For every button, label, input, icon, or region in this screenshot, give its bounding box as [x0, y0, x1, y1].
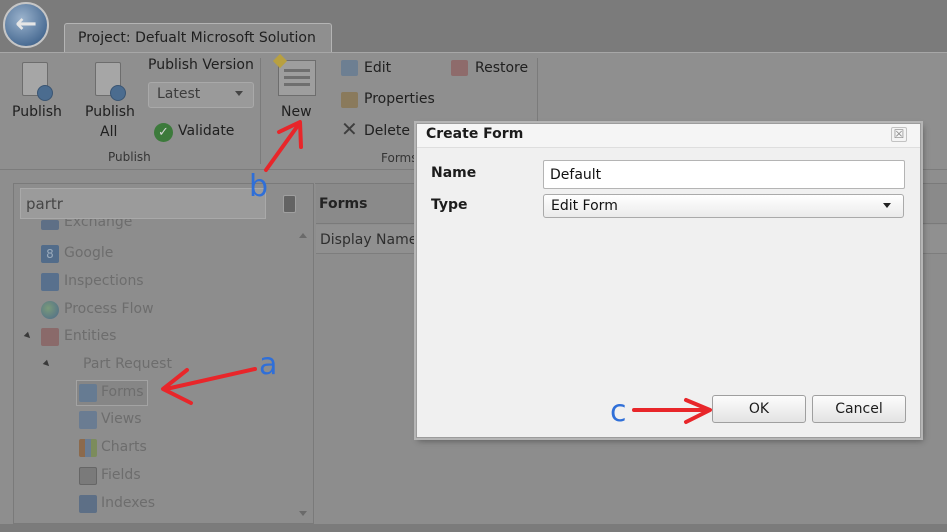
annotation-letter-c: c: [610, 394, 627, 429]
tree-item-fields[interactable]: Fields: [101, 467, 141, 483]
globe-icon: [41, 301, 59, 319]
new-form-icon[interactable]: [272, 53, 316, 96]
forms-panel-title: Forms: [319, 196, 368, 212]
validate-button[interactable]: Validate: [178, 123, 234, 139]
restore-icon[interactable]: [451, 60, 468, 76]
scroll-up-icon[interactable]: [299, 233, 307, 238]
ribbon-separator: [260, 58, 261, 164]
close-icon[interactable]: ☒: [891, 127, 907, 142]
tree-scrollbar[interactable]: [293, 225, 313, 523]
edit-button[interactable]: Edit: [364, 60, 391, 76]
tree-item-process-flow[interactable]: Process Flow: [64, 301, 154, 317]
publish-all-label-line2[interactable]: All: [100, 124, 117, 140]
delete-button[interactable]: Delete: [364, 123, 410, 139]
tree-item-google[interactable]: Google: [64, 245, 113, 261]
annotation-letter-b: b: [249, 169, 269, 204]
back-arrow-icon[interactable]: ←: [3, 2, 49, 48]
edit-icon[interactable]: [341, 60, 358, 76]
publish-version-label: Publish Version: [148, 57, 254, 73]
forms-icon: [79, 384, 97, 402]
exchange-icon: [41, 220, 59, 230]
charts-icon: [79, 439, 97, 457]
inspections-icon: [41, 273, 59, 291]
chevron-down-icon: [235, 91, 243, 96]
publish-all-label-line1[interactable]: Publish: [85, 104, 135, 120]
tree-item-forms[interactable]: Forms: [101, 384, 144, 400]
tree-item-views[interactable]: Views: [101, 411, 142, 427]
tree-item-part-request[interactable]: Part Request: [83, 356, 172, 372]
restore-button[interactable]: Restore: [475, 60, 528, 76]
tree-item-exchange[interactable]: Exchange: [64, 219, 132, 231]
tree-item-charts[interactable]: Charts: [101, 439, 147, 455]
validate-check-icon[interactable]: ✓: [154, 123, 173, 142]
status-strip: [0, 524, 947, 532]
tree-item-indexes[interactable]: Indexes: [101, 495, 155, 511]
dialog-title: Create Form: [426, 126, 524, 142]
indexes-icon: [79, 495, 97, 513]
type-label: Type: [431, 197, 468, 213]
annotation-letter-a: a: [259, 347, 278, 382]
fields-icon: [79, 467, 97, 485]
views-icon: [79, 411, 97, 429]
entities-icon: [41, 328, 59, 346]
name-label: Name: [431, 165, 477, 181]
publish-button[interactable]: Publish: [12, 104, 62, 120]
publish-all-icon[interactable]: [95, 62, 126, 101]
group-label-forms: Forms: [381, 151, 418, 165]
tree-item-inspections[interactable]: Inspections: [64, 273, 144, 289]
new-button[interactable]: New: [281, 104, 312, 120]
ok-button[interactable]: OK: [712, 395, 806, 423]
name-input[interactable]: [543, 160, 905, 189]
tree-item-entities[interactable]: Entities: [64, 328, 116, 344]
tree-search-input[interactable]: [20, 188, 266, 219]
publish-version-select[interactable]: Latest: [148, 82, 254, 108]
publish-version-value: Latest: [157, 86, 201, 102]
properties-icon[interactable]: [341, 92, 358, 108]
google-icon: 8: [41, 245, 59, 263]
column-display-name[interactable]: Display Name: [320, 232, 417, 248]
group-label-publish: Publish: [108, 150, 151, 164]
project-tab[interactable]: Project: Defualt Microsoft Solution: [64, 23, 332, 53]
type-select-value: Edit Form: [551, 198, 618, 214]
scroll-down-icon[interactable]: [299, 511, 307, 516]
chevron-down-icon: [883, 203, 891, 208]
delete-x-icon[interactable]: ✕: [341, 119, 358, 139]
publish-icon[interactable]: [22, 62, 53, 101]
clear-search-icon[interactable]: [283, 195, 296, 213]
type-select[interactable]: Edit Form: [543, 194, 904, 218]
cancel-button[interactable]: Cancel: [812, 395, 906, 423]
properties-button[interactable]: Properties: [364, 91, 435, 107]
